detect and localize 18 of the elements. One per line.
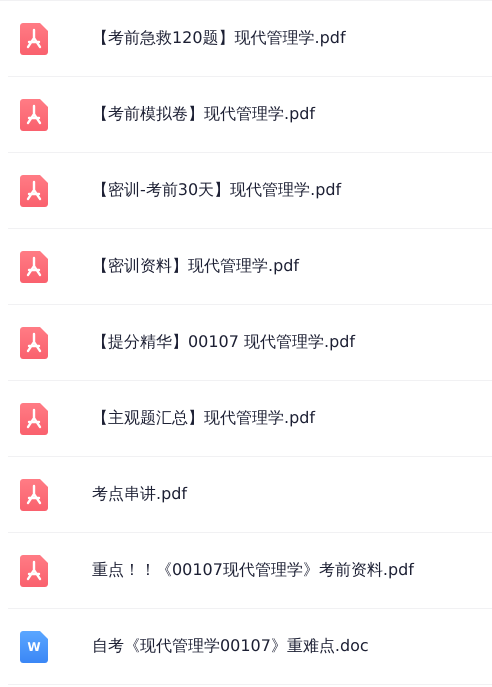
file-name[interactable]: 自考《现代管理学00107》重难点.doc: [92, 636, 369, 657]
file-name[interactable]: 重点！！《00107现代管理学》考前资料.pdf: [92, 560, 414, 581]
pdf-file-icon: [20, 554, 48, 586]
pdf-file-icon: [20, 22, 48, 54]
pdf-file-icon: [20, 478, 48, 510]
file-name[interactable]: 【密训资料】现代管理学.pdf: [92, 256, 300, 277]
file-name[interactable]: 【考前急救120题】现代管理学.pdf: [92, 28, 346, 49]
file-name[interactable]: 【考前模拟卷】现代管理学.pdf: [92, 104, 316, 125]
file-name[interactable]: 考点串讲.pdf: [92, 484, 188, 505]
word-file-icon: W: [20, 630, 48, 662]
pdf-file-icon: [20, 250, 48, 282]
pdf-file-icon: [20, 402, 48, 434]
pdf-file-icon: [20, 174, 48, 206]
file-name[interactable]: 【提分精华】00107 现代管理学.pdf: [92, 332, 356, 353]
file-name[interactable]: 【主观题汇总】现代管理学.pdf: [92, 408, 316, 429]
pdf-file-icon: [20, 98, 48, 130]
pdf-file-icon: [20, 326, 48, 358]
file-name[interactable]: 【密训-考前30天】现代管理学.pdf: [92, 180, 342, 201]
